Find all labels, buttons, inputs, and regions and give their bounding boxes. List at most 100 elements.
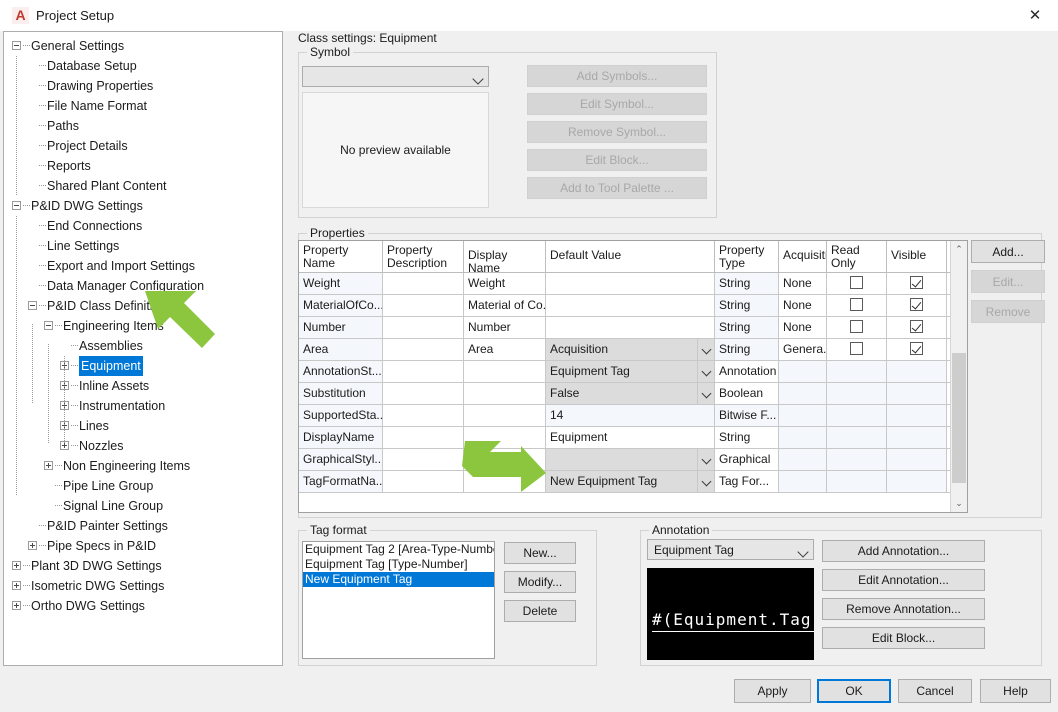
cell-acquisition[interactable]: Genera... (779, 339, 827, 360)
cell-default-value[interactable] (546, 449, 715, 470)
tree-item-shared-plant-content[interactable]: Shared Plant Content (4, 176, 282, 196)
cell-display-name[interactable] (464, 471, 546, 492)
tree-item-end-connections[interactable]: End Connections (4, 216, 282, 236)
tree-item-reports[interactable]: Reports (4, 156, 282, 176)
cell-property-type[interactable]: String (715, 273, 779, 294)
tree-item-nozzles[interactable]: Nozzles (4, 436, 282, 456)
cell-property-type[interactable]: Bitwise F... (715, 405, 779, 426)
grid-column-header[interactable]: Default Value (546, 241, 715, 273)
cell-acquisition[interactable] (779, 405, 827, 426)
cell-visible[interactable] (887, 449, 947, 470)
tag-format-modify-button[interactable]: Modify... (504, 571, 576, 593)
cell-display-name[interactable]: Material of Co... (464, 295, 546, 316)
cell-property-name[interactable]: DisplayName (299, 427, 383, 448)
symbol-combo[interactable] (302, 66, 489, 87)
tag-format-delete-button[interactable]: Delete (504, 600, 576, 622)
cell-display-name[interactable] (464, 427, 546, 448)
cell-property-type[interactable]: Graphical (715, 449, 779, 470)
cell-property-description[interactable] (383, 317, 464, 338)
cell-property-type[interactable]: String (715, 339, 779, 360)
collapse-icon[interactable] (44, 321, 53, 330)
tree-item-engineering-items[interactable]: Engineering Items (4, 316, 282, 336)
read-only-checkbox[interactable] (850, 276, 863, 290)
grid-column-header[interactable]: Display Name (464, 241, 546, 273)
tree-item-paths[interactable]: Paths (4, 116, 282, 136)
cell-property-type[interactable]: String (715, 295, 779, 316)
cell-property-type[interactable]: Tag For... (715, 471, 779, 492)
tag-format-list-item[interactable]: New Equipment Tag (303, 572, 494, 587)
cell-acquisition[interactable] (779, 383, 827, 404)
properties-row[interactable]: TagFormatNa... New Equipment Tag Tag For..… (299, 471, 967, 493)
properties-row[interactable]: SupportedSta... 14 Bitwise F... (299, 405, 967, 427)
cell-acquisition[interactable] (779, 427, 827, 448)
collapse-icon[interactable] (12, 201, 21, 210)
properties-row[interactable]: AnnotationSt... Equipment Tag Annotation (299, 361, 967, 383)
grid-column-header[interactable]: Property Type (715, 241, 779, 273)
visible-checkbox[interactable] (910, 298, 923, 312)
tag-format-listbox[interactable]: Equipment Tag 2 [Area-Type-Number] Equipm… (302, 541, 495, 659)
cell-display-name[interactable]: Area (464, 339, 546, 360)
cell-read-only[interactable] (827, 471, 887, 492)
cell-property-description[interactable] (383, 427, 464, 448)
cell-display-name[interactable]: Weight (464, 273, 546, 294)
cell-property-type[interactable]: Boolean (715, 383, 779, 404)
tree-item-file-name-format[interactable]: File Name Format (4, 96, 282, 116)
properties-add-button[interactable]: Add... (971, 240, 1045, 263)
properties-row[interactable]: Area Area Acquisition StringGenera... (299, 339, 967, 361)
cell-visible[interactable] (887, 317, 947, 338)
grid-column-header[interactable]: Property Description (383, 241, 464, 273)
cell-visible[interactable] (887, 471, 947, 492)
cell-display-name[interactable] (464, 383, 546, 404)
tree-item-ortho-dwg-settings[interactable]: Ortho DWG Settings (4, 596, 282, 616)
expand-icon[interactable] (12, 561, 21, 570)
help-button[interactable]: Help (980, 679, 1051, 703)
cell-property-description[interactable] (383, 383, 464, 404)
properties-row[interactable]: Number Number String None (299, 317, 967, 339)
visible-checkbox[interactable] (910, 276, 923, 290)
expand-icon[interactable] (28, 541, 37, 550)
cell-default-value[interactable]: Acquisition (546, 339, 715, 360)
expand-icon[interactable] (12, 601, 21, 610)
cell-property-description[interactable] (383, 471, 464, 492)
cell-default-value[interactable]: Equipment (546, 427, 715, 448)
tree-item-inline-assets[interactable]: Inline Assets (4, 376, 282, 396)
cell-acquisition[interactable] (779, 449, 827, 470)
cell-property-type[interactable]: Annotation (715, 361, 779, 382)
collapse-icon[interactable] (28, 301, 37, 310)
cell-acquisition[interactable]: None (779, 317, 827, 338)
cell-visible[interactable] (887, 361, 947, 382)
cell-property-name[interactable]: Weight (299, 273, 383, 294)
cell-property-description[interactable] (383, 273, 464, 294)
cell-property-name[interactable]: MaterialOfCo... (299, 295, 383, 316)
tree-item-signal-line-group[interactable]: Signal Line Group (4, 496, 282, 516)
cell-read-only[interactable] (827, 405, 887, 426)
cell-default-value[interactable]: 14 (546, 405, 715, 426)
annotation-combo[interactable]: Equipment Tag (647, 539, 814, 560)
grid-column-header[interactable]: Acquisitio (779, 241, 827, 273)
chevron-down-icon[interactable] (697, 449, 714, 470)
properties-row[interactable]: DisplayName Equipment String (299, 427, 967, 449)
chevron-down-icon[interactable] (697, 383, 714, 404)
tree-item-plant-3d-dwg-settings[interactable]: Plant 3D DWG Settings (4, 556, 282, 576)
cell-visible[interactable] (887, 339, 947, 360)
cell-acquisition[interactable]: None (779, 295, 827, 316)
cell-visible[interactable] (887, 273, 947, 294)
tree-item-p-id-class-definitions[interactable]: P&ID Class Definitions (4, 296, 282, 316)
cell-acquisition[interactable] (779, 471, 827, 492)
cell-read-only[interactable] (827, 273, 887, 294)
cell-property-description[interactable] (383, 449, 464, 470)
cell-display-name[interactable]: Number (464, 317, 546, 338)
cell-acquisition[interactable] (779, 361, 827, 382)
read-only-checkbox[interactable] (850, 342, 863, 356)
expand-icon[interactable] (12, 581, 21, 590)
settings-tree[interactable]: General Settings Database Setup Drawing Pr… (4, 36, 282, 616)
tag-format-new-button[interactable]: New... (504, 542, 576, 564)
scroll-down-icon[interactable]: ⌄ (951, 495, 967, 512)
tree-item-database-setup[interactable]: Database Setup (4, 56, 282, 76)
tree-item-instrumentation[interactable]: Instrumentation (4, 396, 282, 416)
chevron-down-icon[interactable] (697, 339, 714, 360)
cell-visible[interactable] (887, 295, 947, 316)
annotation-edit-block-button[interactable]: Edit Block... (822, 627, 985, 649)
collapse-icon[interactable] (12, 41, 21, 50)
read-only-checkbox[interactable] (850, 298, 863, 312)
